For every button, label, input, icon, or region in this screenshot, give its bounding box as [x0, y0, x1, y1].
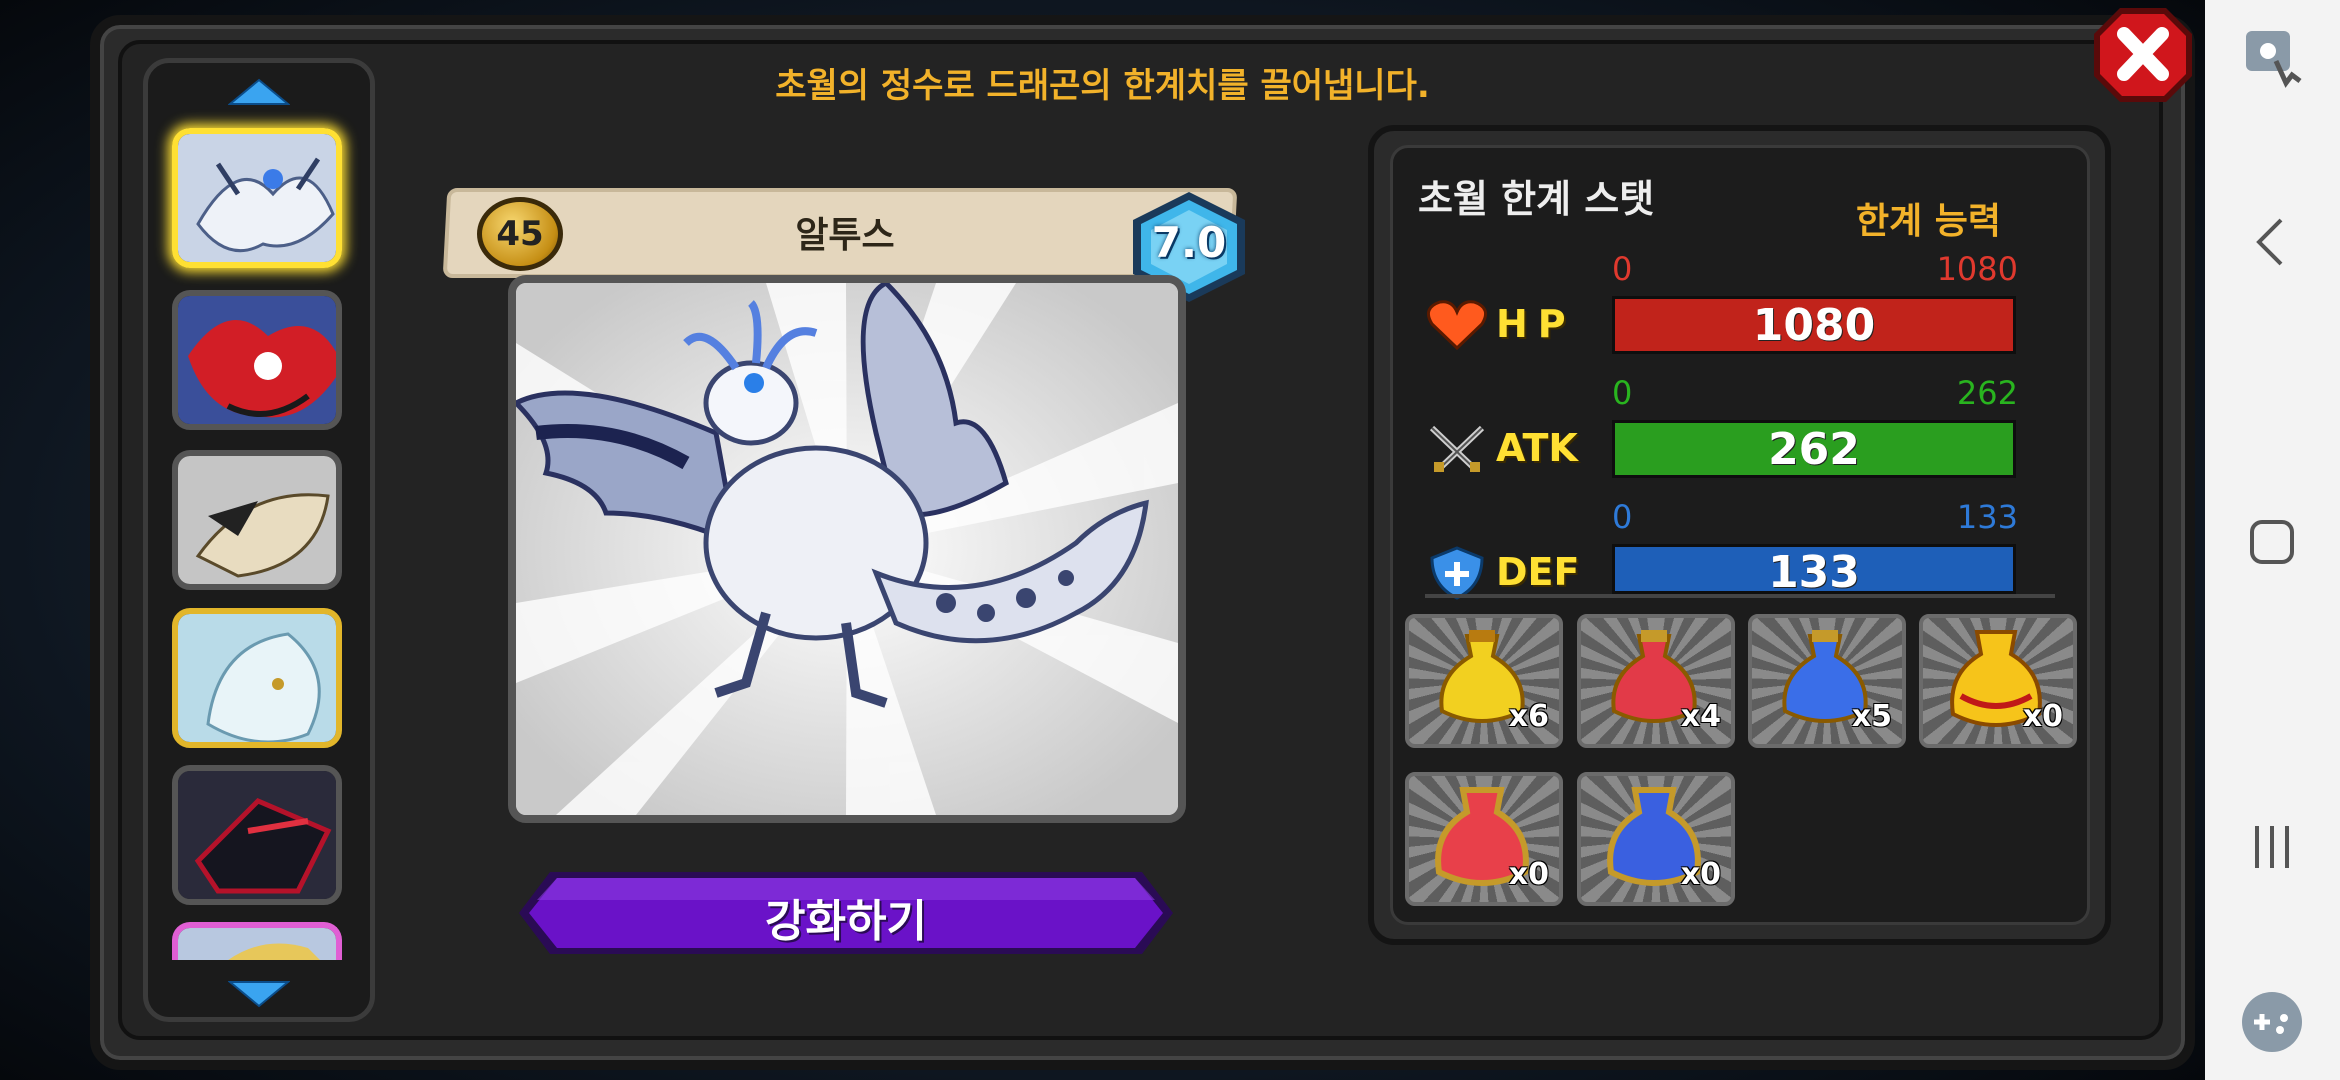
item-count: x6	[1508, 699, 1549, 734]
item-count: x0	[1680, 857, 1721, 892]
item-red-potion-large[interactable]: x0	[1405, 772, 1563, 906]
hp-label: HP	[1496, 302, 1576, 346]
item-blue-potion-large[interactable]: x0	[1577, 772, 1735, 906]
item-count: x5	[1851, 699, 1892, 734]
item-blue-potion-small[interactable]: x5	[1748, 614, 1906, 748]
def-label: DEF	[1496, 550, 1580, 594]
item-gold-potion-small[interactable]: x6	[1405, 614, 1563, 748]
item-gold-potion-large[interactable]: x0	[1919, 614, 2077, 748]
game-controller-icon[interactable]	[2235, 985, 2309, 1059]
item-count: x0	[1508, 857, 1549, 892]
def-min: 0	[1612, 498, 1633, 536]
hp-max: 1080	[1936, 250, 2018, 288]
scroll-down-icon[interactable]	[228, 980, 290, 1008]
item-count: x0	[2022, 699, 2063, 734]
recent-apps-icon[interactable]	[2235, 810, 2309, 884]
dragon-thumb-5[interactable]	[172, 765, 342, 905]
dragon-name: 알투스	[795, 215, 895, 256]
crossed-swords-icon	[1429, 425, 1485, 473]
back-icon[interactable]	[2235, 205, 2309, 279]
scroll-up-icon[interactable]	[228, 78, 290, 106]
dragon-thumb-2[interactable]	[172, 290, 342, 430]
dragon-thumb-1[interactable]	[172, 128, 342, 268]
stats-divider	[1425, 594, 2055, 598]
dragon-thumb-3[interactable]	[172, 450, 342, 590]
def-max: 133	[1956, 498, 2018, 536]
dragon-thumb-4[interactable]	[172, 608, 342, 748]
atk-max: 262	[1956, 374, 2018, 412]
enhance-button-label[interactable]: 강화하기	[515, 885, 1177, 949]
item-count: x4	[1680, 699, 1721, 734]
heart-icon	[1426, 300, 1488, 351]
grade-value: 7.0	[1151, 218, 1227, 267]
touch-lock-icon[interactable]	[2235, 20, 2309, 94]
atk-bar: 262	[1612, 420, 2016, 478]
dragon-thumb-6[interactable]	[172, 922, 342, 960]
close-button[interactable]	[2090, 4, 2196, 106]
dragon-portrait	[508, 275, 1186, 823]
item-red-potion-small[interactable]: x4	[1577, 614, 1735, 748]
atk-min: 0	[1612, 374, 1633, 412]
stats-title: 초월 한계 스탯	[1418, 177, 1655, 221]
home-icon[interactable]	[2235, 505, 2309, 579]
hp-min: 0	[1612, 250, 1633, 288]
shield-icon	[1430, 546, 1484, 600]
hp-bar: 1080	[1612, 296, 2016, 354]
stats-subtitle: 한계 능력	[1856, 201, 2002, 242]
atk-label: ATK	[1496, 426, 1578, 470]
def-bar: 133	[1612, 544, 2016, 594]
level-badge: 45	[477, 197, 563, 271]
